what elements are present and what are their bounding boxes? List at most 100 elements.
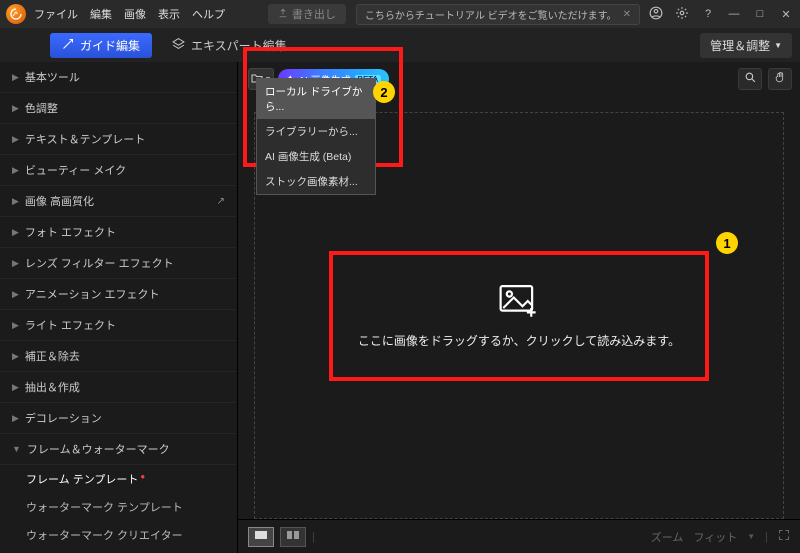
sidebar-item-beauty[interactable]: ▶ ビューティー メイク — [0, 155, 237, 186]
tutorial-banner[interactable]: こちらからチュートリアル ビデオをご覧いただけます。 ✕ — [356, 4, 640, 25]
sidebar-item-photo-effect[interactable]: ▶ フォト エフェクト — [0, 217, 237, 248]
expert-edit-label: エキスパート編集 — [191, 37, 287, 54]
menu-image[interactable]: 画像 — [124, 6, 146, 22]
sidebar-item-enhance[interactable]: ▶画像 高画質化↗ — [0, 186, 237, 217]
sidebar-label: アニメーション エフェクト — [25, 286, 160, 302]
single-view-button[interactable] — [248, 527, 274, 547]
chevron-down-icon: ▼ — [774, 41, 782, 50]
close-icon[interactable]: ✕ — [623, 9, 631, 20]
search-button[interactable] — [738, 68, 762, 90]
manage-label: 管理＆調整 — [710, 37, 770, 54]
divider: | — [765, 531, 768, 543]
window-controls: ? — □ ✕ — [648, 6, 794, 23]
new-indicator: ● — [140, 472, 145, 481]
menu-help[interactable]: ヘルプ — [192, 6, 225, 22]
maximize-button[interactable]: □ — [752, 8, 768, 20]
close-button[interactable]: ✕ — [778, 8, 794, 21]
settings-icon[interactable] — [674, 6, 690, 23]
layers-icon — [172, 37, 185, 53]
sidebar-item-text[interactable]: ▶ テキスト＆テンプレート — [0, 124, 237, 155]
bottom-bar: | ズーム フィット ▼ | — [238, 519, 800, 553]
sidebar-sub-watermark-template[interactable]: ウォーターマーク テンプレート — [0, 493, 237, 521]
app-logo — [6, 4, 26, 24]
dropdown-stock[interactable]: ストック画像素材... — [257, 169, 375, 194]
wand-icon — [62, 38, 74, 53]
chevron-down-icon: ▼ — [747, 532, 755, 541]
caret-icon: ▶ — [12, 134, 19, 145]
dropdown-ai-generate[interactable]: AI 画像生成 (Beta) — [257, 144, 375, 169]
manage-adjust-button[interactable]: 管理＆調整 ▼ — [700, 33, 792, 58]
minimize-button[interactable]: — — [726, 8, 742, 20]
sidebar-label: ライト エフェクト — [25, 317, 116, 333]
divider: | — [312, 531, 315, 543]
fit-label[interactable]: フィット — [693, 529, 737, 545]
sidebar-label: 基本ツール — [25, 69, 80, 85]
caret-icon: ▶ — [12, 258, 19, 269]
sidebar-label: 補正＆除去 — [25, 348, 80, 364]
chevron-down-icon: ▼ — [12, 444, 21, 454]
caret-icon: ▶ — [12, 227, 19, 238]
image-add-icon — [498, 283, 540, 322]
hand-icon — [774, 71, 787, 87]
sidebar-item-basic[interactable]: ▶ 基本ツール — [0, 62, 237, 93]
sidebar-label: フレーム＆ウォーターマーク — [27, 441, 170, 457]
caret-icon: ▶ — [12, 413, 19, 424]
sidebar: ▶ 基本ツール ▶ 色調整 ▶ テキスト＆テンプレート ▶ ビューティー メイク ▶ 画像… — [0, 62, 238, 553]
help-icon[interactable]: ? — [700, 8, 716, 20]
split-view-button[interactable] — [280, 527, 306, 547]
caret-icon: ▶ — [12, 103, 19, 114]
sidebar-label: テキスト＆テンプレート — [25, 131, 145, 147]
sidebar-label: 色調整 — [25, 100, 58, 116]
sidebar-item-color[interactable]: ▶ 色調整 — [0, 93, 237, 124]
sidebar-item-animation[interactable]: ▶ アニメーション エフェクト — [0, 279, 237, 310]
annotation-badge-2: 2 — [373, 81, 395, 103]
sidebar-item-correct[interactable]: ▶ 補正＆除去 — [0, 341, 237, 372]
caret-icon: ▶ — [12, 72, 19, 83]
annotation-badge-1: 1 — [716, 232, 738, 254]
caret-icon: ▶ — [12, 351, 19, 362]
sidebar-item-frame-watermark[interactable]: ▼ フレーム＆ウォーターマーク — [0, 434, 237, 465]
guide-edit-button[interactable]: ガイド編集 — [50, 33, 152, 58]
caret-icon: ▶ — [12, 196, 19, 207]
sidebar-label: レンズ フィルター エフェクト — [25, 255, 174, 271]
sidebar-item-extract[interactable]: ▶ 抽出＆作成 — [0, 372, 237, 403]
upload-icon — [278, 8, 288, 21]
dropdown-local-drive[interactable]: ローカル ドライブから... — [257, 79, 375, 119]
menu-view[interactable]: 表示 — [158, 6, 180, 22]
search-icon — [744, 71, 757, 87]
account-icon[interactable] — [648, 6, 664, 23]
sidebar-sub-label: フレーム テンプレート — [26, 474, 138, 486]
single-view-icon — [254, 530, 268, 543]
fullscreen-icon[interactable] — [778, 529, 790, 544]
sidebar-item-360[interactable]: ▶360° フォト エディター — [0, 549, 237, 553]
caret-icon: ▶ — [12, 382, 19, 393]
sidebar-sub-frame-template[interactable]: フレーム テンプレート● — [0, 465, 237, 493]
open-dropdown: ローカル ドライブから... ライブラリーから... AI 画像生成 (Beta… — [256, 78, 376, 195]
split-view-icon — [286, 530, 300, 543]
menu-edit[interactable]: 編集 — [90, 6, 112, 22]
drop-zone-highlight: ここに画像をドラッグするか、クリックして読み込みます。 — [329, 251, 709, 381]
sidebar-label: フォト エフェクト — [25, 224, 116, 240]
caret-icon: ▶ — [12, 165, 19, 176]
guide-edit-label: ガイド編集 — [80, 37, 140, 54]
sidebar-label: ビューティー メイク — [25, 162, 126, 178]
mode-bar: ガイド編集 エキスパート編集 管理＆調整 ▼ — [0, 28, 800, 62]
export-button[interactable]: 書き出し — [268, 4, 346, 24]
sidebar-item-decoration[interactable]: ▶ デコレーション — [0, 403, 237, 434]
pan-button[interactable] — [768, 68, 792, 90]
export-label: 書き出し — [292, 6, 336, 22]
sidebar-item-light[interactable]: ▶ライト エフェクト — [0, 310, 237, 341]
sidebar-item-lens-filter[interactable]: ▶ レンズ フィルター エフェクト — [0, 248, 237, 279]
zoom-label: ズーム — [651, 529, 684, 545]
sidebar-sub-watermark-creator[interactable]: ウォーターマーク クリエイター — [0, 521, 237, 549]
expert-edit-button[interactable]: エキスパート編集 — [172, 37, 287, 54]
tutorial-text: こちらからチュートリアル ビデオをご覧いただけます。 — [365, 7, 617, 22]
sidebar-sub-label: ウォーターマーク クリエイター — [26, 530, 183, 542]
drop-zone-text: ここに画像をドラッグするか、クリックして読み込みます。 — [358, 332, 680, 349]
menu-file[interactable]: ファイル — [34, 6, 78, 22]
sidebar-label: 画像 高画質化 — [25, 193, 94, 209]
sidebar-label: 抽出＆作成 — [25, 379, 80, 395]
sidebar-label: デコレーション — [25, 410, 102, 426]
caret-icon: ▶ — [12, 289, 19, 300]
dropdown-library[interactable]: ライブラリーから... — [257, 119, 375, 144]
